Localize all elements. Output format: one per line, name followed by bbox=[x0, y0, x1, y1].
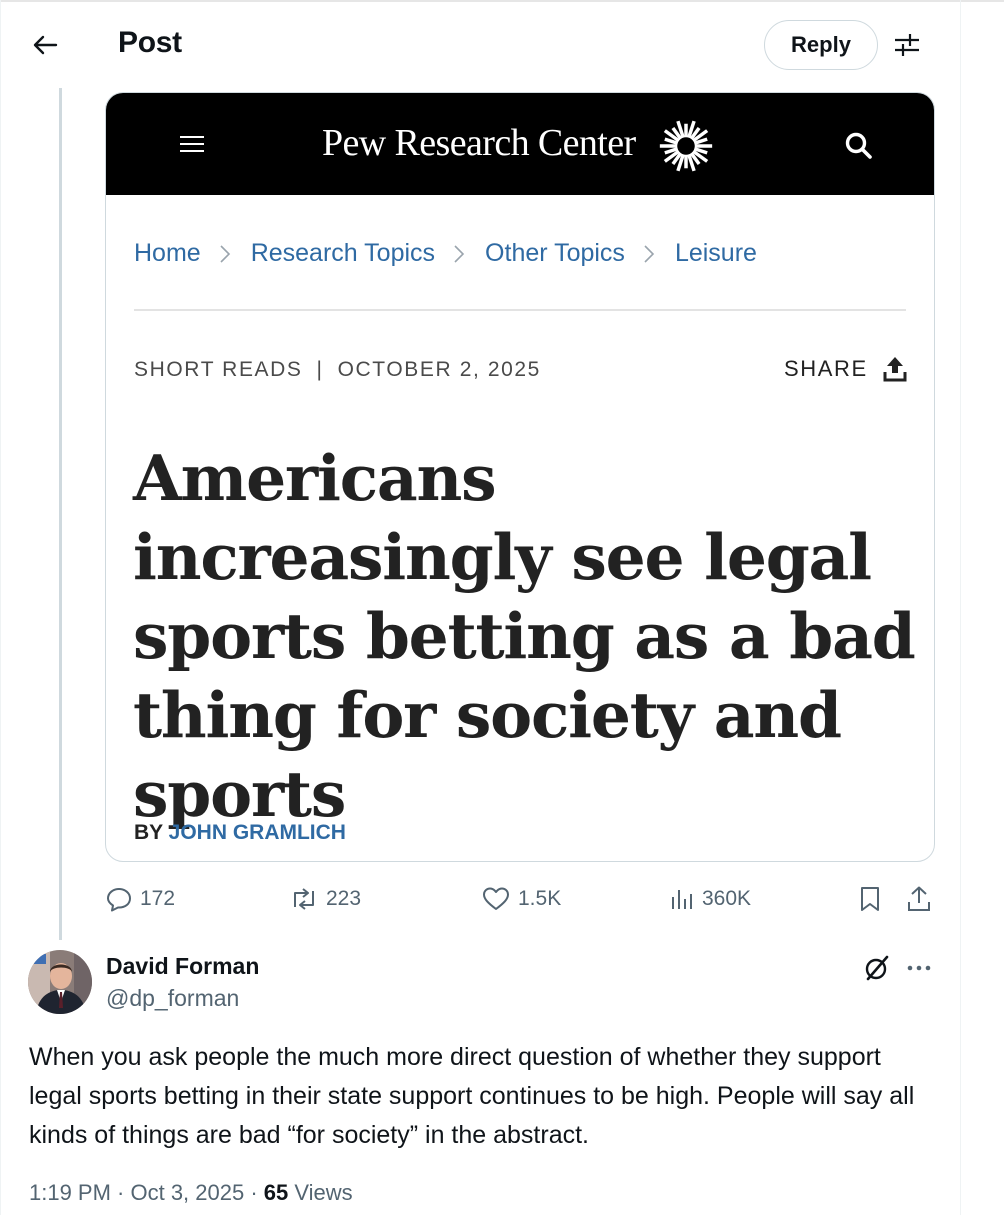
views-count: 360K bbox=[702, 887, 752, 910]
hamburger-menu-icon[interactable] bbox=[178, 131, 206, 157]
breadcrumb-other-topics[interactable]: Other Topics bbox=[485, 239, 625, 268]
post-views-count: 65 bbox=[263, 1180, 289, 1205]
like-count: 1.5K bbox=[518, 887, 562, 910]
reply-author-handle[interactable]: @dp_forman bbox=[106, 985, 239, 1012]
sliders-button[interactable] bbox=[890, 30, 924, 60]
avatar[interactable] bbox=[28, 950, 92, 1014]
speech-bubble-icon bbox=[107, 888, 131, 912]
chevron-right-icon bbox=[643, 244, 657, 264]
arrow-left-icon bbox=[33, 35, 58, 55]
timestamp-text[interactable]: 1:19 PM · Oct 3, 2025 · bbox=[29, 1180, 264, 1205]
meta-separator: | bbox=[316, 358, 324, 381]
breadcrumb-research-topics[interactable]: Research Topics bbox=[251, 239, 435, 268]
grok-icon[interactable] bbox=[862, 953, 892, 983]
thread-connector-line bbox=[59, 88, 62, 940]
repost-arrows-icon bbox=[294, 888, 314, 910]
article-date: OCTOBER 2, 2025 bbox=[337, 358, 541, 381]
chevron-right-icon bbox=[219, 244, 233, 264]
avatar-image bbox=[28, 950, 92, 1014]
breadcrumb-leisure[interactable]: Leisure bbox=[675, 239, 757, 268]
breadcrumb: Home Research Topics Other Topics Leisur… bbox=[134, 239, 757, 268]
reply-button[interactable]: Reply bbox=[764, 20, 878, 70]
share-upload-icon bbox=[883, 357, 907, 382]
bookmark-button[interactable] bbox=[858, 878, 890, 920]
sliders-icon bbox=[895, 34, 919, 56]
more-dots-icon[interactable] bbox=[904, 954, 934, 982]
heart-icon bbox=[483, 887, 509, 910]
article-category[interactable]: SHORT READS bbox=[134, 358, 303, 381]
upload-icon bbox=[908, 886, 930, 911]
reply-action[interactable]: 172 bbox=[106, 878, 175, 920]
share-button[interactable]: SHARE bbox=[784, 355, 908, 383]
repost-count: 223 bbox=[326, 887, 362, 910]
byline-prefix: BY bbox=[134, 821, 163, 844]
article-byline: BY JOHN GRAMLICH bbox=[134, 821, 346, 845]
right-border bbox=[960, 0, 961, 1215]
search-icon[interactable] bbox=[844, 131, 874, 161]
share-post-button[interactable] bbox=[906, 878, 940, 920]
embedded-article-card[interactable]: Pew Research Center Home Research Topics… bbox=[105, 92, 935, 862]
pew-site-header: Pew Research Center bbox=[106, 93, 934, 195]
repost-action[interactable]: 223 bbox=[290, 878, 361, 920]
article-headline[interactable]: Americans increasingly see legal sports … bbox=[133, 439, 923, 834]
reply-text: When you ask people the much more direct… bbox=[29, 1043, 915, 1149]
bookmark-icon bbox=[861, 887, 879, 911]
reply-author-name[interactable]: David Forman bbox=[106, 953, 259, 980]
top-border bbox=[0, 0, 1004, 2]
share-label: SHARE bbox=[784, 356, 868, 381]
breadcrumb-divider bbox=[134, 309, 906, 311]
post-timestamp: 1:19 PM · Oct 3, 2025 · 65 Views bbox=[29, 1180, 353, 1206]
pew-starburst-logo bbox=[659, 120, 713, 172]
views-action[interactable]: 360K bbox=[670, 878, 751, 920]
bar-chart-icon bbox=[672, 890, 692, 909]
breadcrumb-home[interactable]: Home bbox=[134, 239, 201, 268]
views-label: Views bbox=[288, 1180, 353, 1205]
chevron-right-icon bbox=[453, 244, 467, 264]
left-border bbox=[0, 0, 1, 1215]
like-action[interactable]: 1.5K bbox=[482, 878, 561, 920]
post-actions-bar: 172 223 1.5K 360K bbox=[0, 878, 1004, 920]
article-meta: SHORT READS | OCTOBER 2, 2025 bbox=[134, 358, 541, 382]
reply-count: 172 bbox=[140, 887, 176, 910]
pew-logo-text: Pew Research Center bbox=[322, 122, 636, 164]
back-button[interactable] bbox=[28, 28, 62, 62]
author-link[interactable]: JOHN GRAMLICH bbox=[169, 821, 346, 844]
page-title: Post bbox=[118, 26, 182, 59]
